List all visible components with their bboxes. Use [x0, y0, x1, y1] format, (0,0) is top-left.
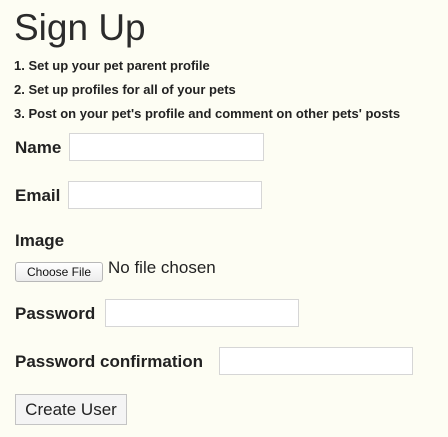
password-confirmation-field[interactable] [219, 347, 413, 375]
step-item: 1. Set up your pet parent profile [14, 58, 210, 73]
password-confirmation-label: Password confirmation [15, 352, 203, 371]
image-label: Image [15, 231, 65, 250]
step-item: 3. Post on your pet's profile and commen… [14, 106, 401, 121]
create-user-button[interactable]: Create User [15, 394, 127, 425]
choose-file-button[interactable]: Choose File [15, 262, 103, 282]
password-label: Password [15, 304, 96, 323]
page-title: Sign Up [14, 7, 146, 48]
file-status-text: No file chosen [108, 258, 216, 277]
email-label: Email [15, 186, 61, 205]
name-label: Name [15, 138, 62, 157]
signup-steps-list: 1. Set up your pet parent profile 2. Set… [14, 58, 400, 130]
password-field[interactable] [105, 299, 299, 327]
step-item: 2. Set up profiles for all of your pets [14, 82, 236, 97]
email-field[interactable] [68, 181, 262, 209]
name-field[interactable] [69, 133, 264, 161]
